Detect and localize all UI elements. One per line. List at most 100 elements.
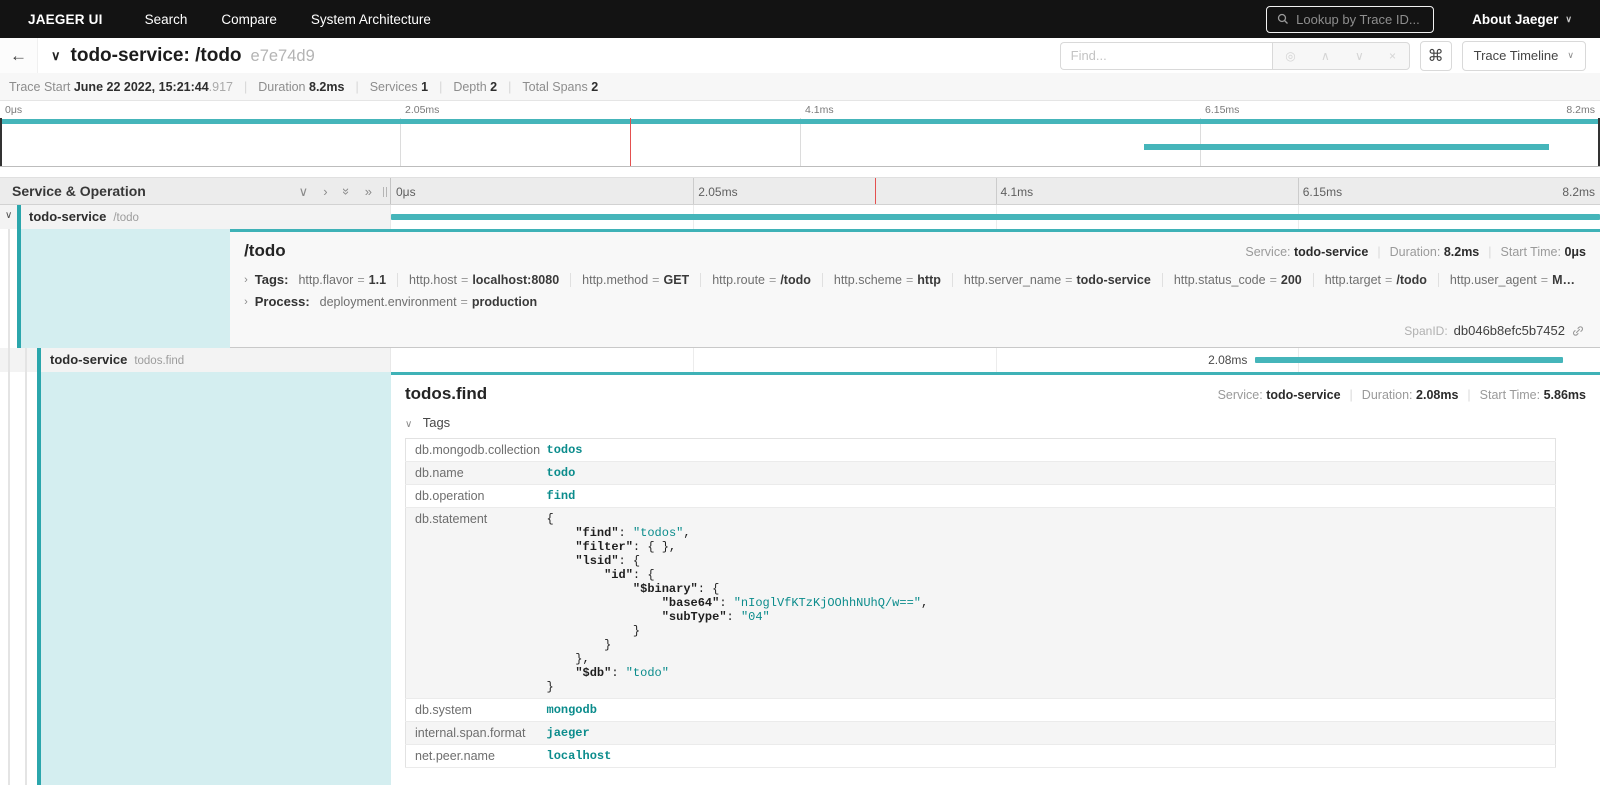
expand-one-icon[interactable]: › (323, 185, 327, 198)
tags-accordion[interactable]: › Tags: http.flavor=1.1http.host=localho… (244, 272, 1586, 287)
tag-key-cell: net.peer.name (406, 745, 538, 768)
tag-table-row: db.nametodo (406, 462, 1556, 485)
span-bar-row-todo[interactable]: ∨ todo-service/todo (0, 205, 1600, 229)
tag-value: 1.1 (369, 273, 386, 287)
gridline (996, 348, 997, 372)
trace-summary-bar: Trace Start June 22 2022, 15:21:44.917 |… (0, 73, 1600, 101)
tick-label: 4.1ms (805, 104, 834, 116)
link-icon[interactable] (1571, 324, 1585, 338)
nav-item[interactable]: Compare (221, 12, 277, 27)
span-rows: ∨ todo-service/todo /todo Service: todo-… (0, 205, 1600, 785)
find-input[interactable] (1060, 42, 1272, 70)
equals-sign: = (461, 295, 468, 309)
tag-table-row: internal.span.formatjaeger (406, 722, 1556, 745)
about-jaeger-menu[interactable]: About Jaeger ∨ (1472, 12, 1572, 27)
indent-guide (8, 348, 10, 372)
tag-value: GET (663, 273, 689, 287)
equals-sign: = (1065, 273, 1072, 287)
span-detail-header: /todo Service: todo-service | Duration: … (244, 241, 1586, 261)
match-highlight-icon[interactable]: ◎ (1285, 49, 1295, 63)
tag-pill: http.status_code=200 (1162, 273, 1313, 287)
equals-sign: = (1541, 273, 1548, 287)
tag-key: http.scheme (834, 273, 902, 287)
lookup-placeholder: Lookup by Trace ID... (1296, 12, 1420, 27)
tags-accordion[interactable]: ∨ Tags (405, 415, 1586, 430)
tick-label: 0μs (5, 104, 22, 116)
tag-key-cell: internal.span.format (406, 722, 538, 745)
tag-value: /todo (1396, 273, 1427, 287)
span-bar-row-todos-find[interactable]: todo-servicetodos.find 2.08ms (0, 348, 1600, 372)
gridline (996, 178, 997, 204)
trace-id-lookup[interactable]: Lookup by Trace ID... (1266, 6, 1434, 33)
collapse-all-icon[interactable]: » (340, 187, 353, 194)
indent-guide (8, 229, 10, 348)
span-name-cell[interactable]: todo-servicetodos.find (0, 348, 391, 372)
nav-links: Search Compare System Architecture (145, 12, 431, 27)
viewport-drag-handle-left[interactable] (0, 118, 2, 166)
span-id-label: SpanID: (1404, 324, 1447, 338)
tag-value-cell: jaeger (538, 722, 1556, 745)
nav-item[interactable]: System Architecture (311, 12, 431, 27)
tag-key: http.host (409, 273, 457, 287)
trace-header: ← ∨ todo-service: /todoe7e74d9 ◎ ∧ ∨ × ⌘… (0, 38, 1600, 73)
equals-sign: = (769, 273, 776, 287)
tag-key: http.user_agent (1450, 273, 1537, 287)
trace-collapse-toggle[interactable]: ∨ (51, 48, 61, 64)
chevron-right-icon: › (244, 296, 248, 308)
timeline-ticks-header[interactable]: 0μs2.05ms4.1ms6.15ms8.2ms (391, 178, 1600, 204)
tags-key-value-table: db.mongodb.collectiontodosdb.nametododb.… (405, 438, 1556, 768)
equals-sign: = (652, 273, 659, 287)
span-detail-panel: todos.find Service: todo-service | Durat… (391, 372, 1600, 785)
app-logo[interactable]: JAEGER UI (28, 12, 103, 27)
prev-result-icon[interactable]: ∧ (1321, 49, 1330, 63)
minimap-canvas[interactable] (0, 118, 1600, 166)
span-name-cell[interactable]: ∨ todo-service/todo (0, 205, 391, 229)
expand-all-icon[interactable]: » (365, 185, 372, 198)
tag-value: todo-service (1076, 273, 1150, 287)
tick-label: 6.15ms (1303, 185, 1342, 199)
tag-pill: http.target=/todo (1313, 273, 1438, 287)
tag-table-row: db.systemmongodb (406, 699, 1556, 722)
gridline (1200, 118, 1201, 166)
span-bar-cell-todos-find[interactable]: 2.08ms (391, 348, 1600, 372)
span-service-name: todo-servicetodos.find (50, 352, 184, 367)
trace-depth: Depth 2 (453, 80, 497, 94)
trace-view-selector[interactable]: Trace Timeline ∨ (1462, 41, 1586, 71)
indent-guide (8, 372, 10, 785)
equals-sign: = (906, 273, 913, 287)
clear-search-icon[interactable]: × (1389, 49, 1396, 63)
process-accordion[interactable]: › Process: deployment.environment=produc… (244, 294, 1586, 309)
span-bar-cell-todo[interactable] (391, 205, 1600, 229)
span-duration-bar[interactable] (1255, 357, 1562, 363)
tag-value-cell: todo (538, 462, 1556, 485)
tag-value-cell: localhost (538, 745, 1556, 768)
tag-key: http.server_name (964, 273, 1061, 287)
tick-label: 0μs (396, 185, 416, 199)
column-resizer-handle[interactable] (383, 187, 387, 197)
span-detail-title: todos.find (405, 384, 487, 404)
keyboard-shortcuts-button[interactable]: ⌘ (1420, 41, 1452, 71)
tags-pill-list: http.flavor=1.1http.host=localhost:8080h… (298, 273, 1586, 287)
trace-start: Trace Start June 22 2022, 15:21:44.917 (9, 80, 233, 94)
process-label: Process: (255, 294, 310, 309)
nav-item[interactable]: Search (145, 12, 188, 27)
view-selector-label: Trace Timeline (1474, 48, 1559, 63)
tag-key-cell: db.statement (406, 508, 538, 699)
collapse-one-icon[interactable]: ∨ (299, 185, 309, 198)
back-button[interactable]: ← (0, 38, 38, 73)
span-collapse-toggle-icon[interactable]: ∨ (5, 210, 12, 221)
span-operation-name: todos.find (134, 355, 184, 367)
equals-sign: = (461, 273, 468, 287)
process-pill-list: deployment.environment=production (320, 295, 548, 309)
header-controls: ◎ ∧ ∨ × ⌘ Trace Timeline ∨ (1060, 41, 1586, 71)
span-detail-header: todos.find Service: todo-service | Durat… (405, 384, 1586, 404)
tag-pill: http.flavor=1.1 (298, 273, 397, 287)
service-operation-label: Service & Operation (12, 183, 146, 199)
chevron-down-icon: ∨ (1565, 14, 1572, 25)
next-result-icon[interactable]: ∨ (1355, 49, 1364, 63)
span-indent-fill (41, 372, 391, 785)
tag-key-cell: db.mongodb.collection (406, 439, 538, 462)
span-graph-minimap[interactable]: 0μs2.05ms4.1ms6.15ms8.2ms (0, 101, 1600, 167)
tag-value-cell: mongodb (538, 699, 1556, 722)
span-duration-bar[interactable] (391, 214, 1600, 220)
